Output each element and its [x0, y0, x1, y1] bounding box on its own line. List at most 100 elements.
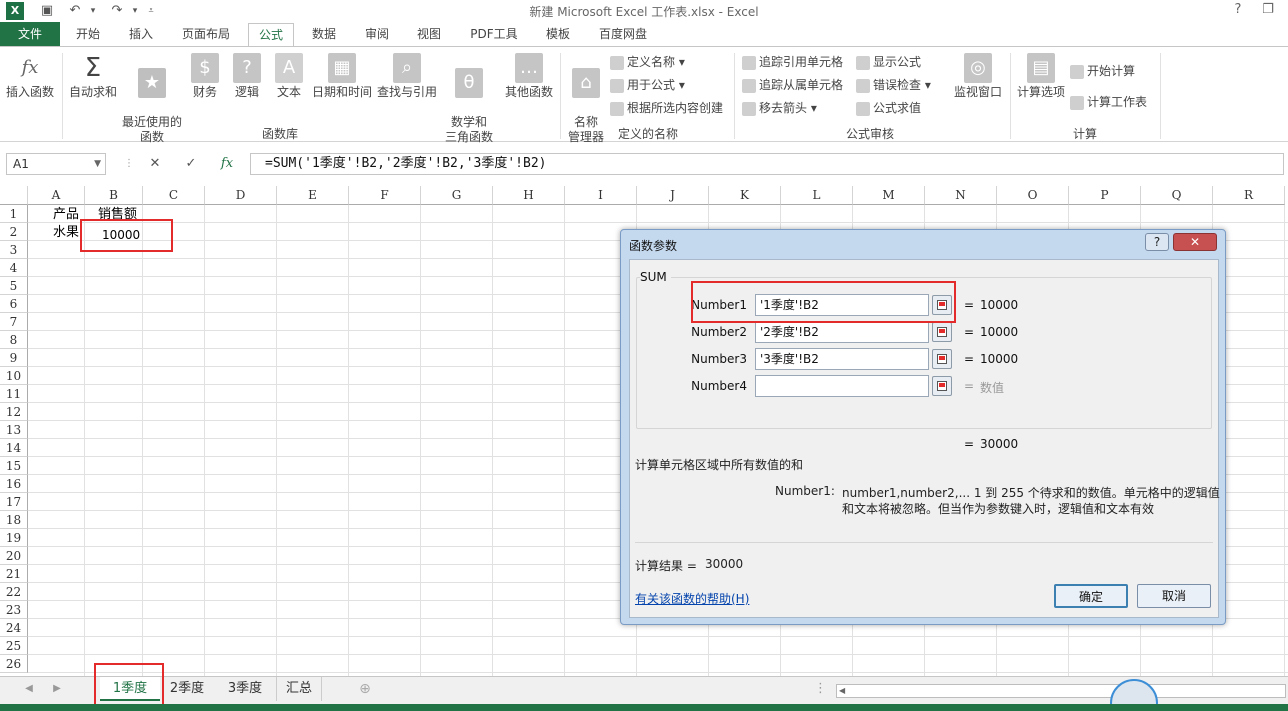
name-box[interactable]: A1 ▼ [6, 153, 106, 175]
cancel-icon[interactable]: ✕ [144, 154, 166, 174]
next-sheet-icon[interactable]: ▶ [48, 677, 66, 701]
column-header[interactable]: E [277, 186, 349, 205]
tab-view[interactable]: 视图 [406, 23, 452, 46]
column-header[interactable]: C [143, 186, 205, 205]
remove-arrows-button[interactable]: 移去箭头 ▾ [742, 98, 817, 118]
fx-icon[interactable]: fx [216, 154, 238, 174]
cancel-button[interactable]: 取消 [1137, 584, 1211, 608]
row-header[interactable]: 3 [0, 241, 28, 259]
row-header[interactable]: 22 [0, 583, 28, 601]
column-header[interactable]: P [1069, 186, 1141, 205]
column-header[interactable]: I [565, 186, 637, 205]
logical-button[interactable]: ? 逻辑 [230, 53, 264, 100]
row-header[interactable]: 14 [0, 439, 28, 457]
sheet-tab-summary[interactable]: 汇总 [276, 677, 322, 701]
prev-sheet-icon[interactable]: ◀ [20, 677, 38, 701]
row-header[interactable]: 24 [0, 619, 28, 637]
row-header[interactable]: 25 [0, 637, 28, 655]
horizontal-scrollbar[interactable]: ◀ [836, 684, 1286, 698]
name-box-dropdown-icon[interactable]: ▼ [94, 154, 101, 174]
cell-a1[interactable]: 产品 [53, 206, 79, 224]
row-header[interactable]: 1 [0, 205, 28, 223]
column-header[interactable]: R [1213, 186, 1285, 205]
tab-pdf-tools[interactable]: PDF工具 [460, 23, 528, 46]
row-header[interactable]: 15 [0, 457, 28, 475]
define-name-button[interactable]: 定义名称 ▾ [610, 52, 685, 72]
row-header[interactable]: 19 [0, 529, 28, 547]
error-checking-button[interactable]: 错误检查 ▾ [856, 75, 931, 95]
arg-input-number4[interactable] [755, 375, 929, 397]
column-header[interactable]: B [85, 186, 143, 205]
show-formulas-button[interactable]: 显示公式 [856, 52, 921, 72]
column-header[interactable]: J [637, 186, 709, 205]
row-header[interactable]: 26 [0, 655, 28, 673]
ref-collapse-icon[interactable] [932, 322, 952, 342]
create-from-selection-button[interactable]: 根据所选内容创建 [610, 98, 723, 118]
cell-a2[interactable]: 水果 [53, 224, 79, 242]
more-functions-button[interactable]: … 其他函数 [500, 53, 558, 100]
column-header[interactable]: N [925, 186, 997, 205]
tab-home[interactable]: 开始 [64, 23, 112, 46]
row-header[interactable]: 16 [0, 475, 28, 493]
row-header[interactable]: 8 [0, 331, 28, 349]
dialog-close-button[interactable]: ✕ [1173, 233, 1217, 251]
formula-input[interactable]: =SUM('1季度'!B2,'2季度'!B2,'3季度'!B2) [250, 153, 1284, 175]
tab-baidu-netdisk[interactable]: 百度网盘 [588, 23, 658, 46]
select-all-corner[interactable] [0, 186, 28, 205]
row-header[interactable]: 13 [0, 421, 28, 439]
insert-function-button[interactable]: fx 插入函数 [4, 53, 56, 100]
row-header[interactable]: 4 [0, 259, 28, 277]
tab-split-icon[interactable]: ⋮ [814, 677, 827, 701]
row-header[interactable]: 23 [0, 601, 28, 619]
sheet-tab-q2[interactable]: 2季度 [164, 677, 210, 701]
financial-button[interactable]: $ 财务 [188, 53, 222, 100]
autosum-button[interactable]: Σ 自动求和 [66, 53, 120, 100]
text-button[interactable]: A 文本 [272, 53, 306, 100]
column-header[interactable]: H [493, 186, 565, 205]
evaluate-formula-button[interactable]: 公式求值 [856, 98, 921, 118]
lookup-button[interactable]: ⌕ 查找与引用 [376, 53, 438, 100]
row-header[interactable]: 10 [0, 367, 28, 385]
calc-options-button[interactable]: ▤ 计算选项 [1014, 53, 1068, 100]
arg-input-number3[interactable]: '3季度'!B2 [755, 348, 929, 370]
math-trig-button[interactable]: θ 数学和 三角函数 [440, 53, 498, 145]
row-header[interactable]: 17 [0, 493, 28, 511]
row-header[interactable]: 5 [0, 277, 28, 295]
sheet-tab-q3[interactable]: 3季度 [222, 677, 268, 701]
help-icon[interactable]: ? [1228, 2, 1248, 20]
tab-review[interactable]: 审阅 [354, 23, 400, 46]
row-header[interactable]: 2 [0, 223, 28, 241]
row-header[interactable]: 9 [0, 349, 28, 367]
row-header[interactable]: 6 [0, 295, 28, 313]
ref-collapse-icon[interactable] [932, 376, 952, 396]
enter-icon[interactable]: ✓ [180, 154, 202, 174]
column-header[interactable]: L [781, 186, 853, 205]
column-header[interactable]: F [349, 186, 421, 205]
tab-insert[interactable]: 插入 [116, 23, 166, 46]
add-sheet-icon[interactable]: ⊕ [356, 677, 374, 701]
ok-button[interactable]: 确定 [1054, 584, 1128, 608]
column-header[interactable]: A [28, 186, 85, 205]
datetime-button[interactable]: ▦ 日期和时间 [310, 53, 374, 100]
watch-window-button[interactable]: ◎ 监视窗口 [950, 53, 1006, 100]
dialog-help-button[interactable]: ? [1145, 233, 1169, 251]
column-header[interactable]: Q [1141, 186, 1213, 205]
column-header[interactable]: M [853, 186, 925, 205]
row-header[interactable]: 20 [0, 547, 28, 565]
row-header[interactable]: 7 [0, 313, 28, 331]
tab-templates[interactable]: 模板 [534, 23, 582, 46]
column-header[interactable]: D [205, 186, 277, 205]
row-header[interactable]: 12 [0, 403, 28, 421]
column-header[interactable]: K [709, 186, 781, 205]
row-header[interactable]: 11 [0, 385, 28, 403]
trace-dependents-button[interactable]: 追踪从属单元格 [742, 75, 843, 95]
function-help-link[interactable]: 有关该函数的帮助(H) [635, 590, 749, 607]
calculate-now-button[interactable]: 开始计算 [1070, 61, 1135, 81]
column-header[interactable]: O [997, 186, 1069, 205]
arg-input-number2[interactable]: '2季度'!B2 [755, 321, 929, 343]
tab-page-layout[interactable]: 页面布局 [170, 23, 242, 46]
recent-functions-button[interactable]: ★ 最近使用的 函数 [120, 53, 184, 145]
tab-formulas[interactable]: 公式 [248, 23, 294, 46]
tab-file[interactable]: 文件 [0, 22, 60, 46]
row-header[interactable]: 21 [0, 565, 28, 583]
